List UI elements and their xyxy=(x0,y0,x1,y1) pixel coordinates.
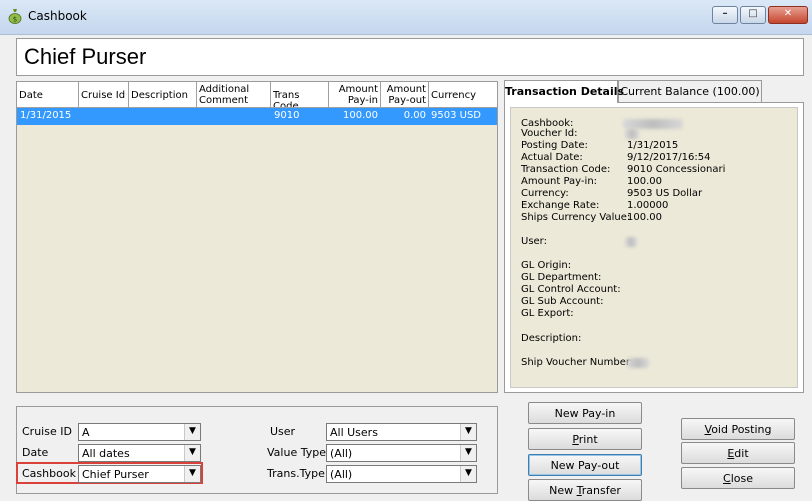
tab-current-balance[interactable]: Current Balance (100.00) xyxy=(618,80,762,102)
label-cashbook: Cashbook xyxy=(22,467,76,480)
detail-value-trans-code: 9010 Concessionari xyxy=(627,164,726,175)
redacted-cashbook xyxy=(623,119,683,129)
cashbook-select[interactable]: Chief Purser ▼ xyxy=(78,465,201,483)
label-cruise-id: Cruise ID xyxy=(22,425,72,438)
window-title: Cashbook xyxy=(28,9,87,23)
print-button[interactable]: Print xyxy=(528,428,642,450)
detail-label-ships-currency-value: Ships Currency Value: xyxy=(521,212,631,223)
chevron-down-icon[interactable]: ▼ xyxy=(184,424,200,440)
close-window-button[interactable]: ✕ xyxy=(768,6,808,24)
column-header-amount-pay-in[interactable]: Amount Pay-in xyxy=(329,82,381,108)
column-header-description[interactable]: Description xyxy=(129,82,197,108)
cruise-id-select[interactable]: A ▼ xyxy=(78,423,201,441)
cell-trans-code: 9010 xyxy=(274,110,300,121)
date-select[interactable]: All dates ▼ xyxy=(78,444,201,462)
title-bar: $ Cashbook – □ ✕ xyxy=(0,0,812,35)
new-pay-out-button[interactable]: New Pay-out xyxy=(528,454,642,476)
chevron-down-icon[interactable]: ▼ xyxy=(460,424,476,440)
new-transfer-button[interactable]: New Transfer xyxy=(528,479,642,501)
detail-label-gl-department: GL Department: xyxy=(521,272,602,283)
chevron-down-icon[interactable]: ▼ xyxy=(184,466,200,482)
column-header-date[interactable]: Date xyxy=(17,82,79,108)
column-header-currency[interactable]: Currency xyxy=(429,82,497,108)
detail-label-currency: Currency: xyxy=(521,188,569,199)
minimize-button[interactable]: – xyxy=(712,6,738,24)
trans-type-select[interactable]: (All) ▼ xyxy=(326,465,477,483)
page-header: Chief Purser xyxy=(16,38,804,76)
page-title: Chief Purser xyxy=(24,44,147,69)
detail-label-voucher-id: Voucher Id: xyxy=(521,128,578,139)
table-row-selected[interactable]: 1/31/2015 9010 100.00 0.00 9503 USD xyxy=(17,108,497,125)
close-icon: ✕ xyxy=(783,8,793,19)
money-bag-icon: $ xyxy=(8,9,22,24)
user-select[interactable]: All Users ▼ xyxy=(326,423,477,441)
detail-value-amount-pay-in: 100.00 xyxy=(627,176,662,187)
maximize-icon: □ xyxy=(748,8,758,19)
void-posting-button[interactable]: Void Posting xyxy=(681,418,795,440)
svg-text:$: $ xyxy=(13,16,17,24)
column-header-trans-code[interactable]: Trans Code xyxy=(271,82,329,108)
label-trans-type: Trans.Type xyxy=(267,467,325,480)
redacted-voucher-id xyxy=(625,129,639,139)
detail-label-gl-origin: GL Origin: xyxy=(521,260,572,271)
cell-pay-in: 100.00 xyxy=(343,110,378,121)
label-value-type: Value Type xyxy=(267,446,326,459)
detail-label-posting-date: Posting Date: xyxy=(521,140,588,151)
maximize-button[interactable]: □ xyxy=(740,6,766,24)
detail-label-actual-date: Actual Date: xyxy=(521,152,583,163)
value-type-select[interactable]: (All) ▼ xyxy=(326,444,477,462)
detail-label-gl-export: GL Export: xyxy=(521,308,574,319)
transactions-grid[interactable]: Date Cruise Id Description Additional Co… xyxy=(16,81,498,393)
new-pay-in-button[interactable]: New Pay-in xyxy=(528,402,642,424)
chevron-down-icon[interactable]: ▼ xyxy=(184,445,200,461)
label-date: Date xyxy=(22,446,49,459)
chevron-down-icon[interactable]: ▼ xyxy=(460,445,476,461)
detail-label-description: Description: xyxy=(521,333,582,344)
detail-label-exchange-rate: Exchange Rate: xyxy=(521,200,600,211)
column-header-cruise-id[interactable]: Cruise Id xyxy=(79,82,129,108)
detail-label-user: User: xyxy=(521,236,547,247)
redacted-user xyxy=(625,237,637,247)
detail-label-gl-sub-account: GL Sub Account: xyxy=(521,296,604,307)
column-header-amount-pay-out[interactable]: Amount Pay-out xyxy=(381,82,429,108)
column-header-additional-comment[interactable]: Additional Comment xyxy=(197,82,271,108)
detail-label-gl-control-account: GL Control Account: xyxy=(521,284,621,295)
detail-value-exchange-rate: 1.00000 xyxy=(627,200,669,211)
cell-currency: 9503 USD xyxy=(431,110,481,121)
edit-button[interactable]: Edit xyxy=(681,442,795,464)
redacted-ship-voucher-number xyxy=(627,358,649,368)
detail-label-amount-pay-in: Amount Pay-in: xyxy=(521,176,598,187)
cell-pay-out: 0.00 xyxy=(403,110,426,121)
minimize-icon: – xyxy=(722,8,728,19)
detail-value-posting-date: 1/31/2015 xyxy=(627,140,679,151)
detail-value-currency: 9503 US Dollar xyxy=(627,188,703,199)
chevron-down-icon[interactable]: ▼ xyxy=(460,466,476,482)
detail-label-trans-code: Transaction Code: xyxy=(521,164,611,175)
detail-value-actual-date: 9/12/2017/16:54 xyxy=(627,152,711,163)
tab-transaction-details[interactable]: Transaction Details xyxy=(504,80,624,103)
label-user: User xyxy=(270,425,296,438)
details-content: Cashbook: Voucher Id: Posting Date: 1/31… xyxy=(510,107,798,388)
detail-label-ship-voucher-number: Ship Voucher Number: xyxy=(521,357,634,368)
transaction-details-panel: Cashbook: Voucher Id: Posting Date: 1/31… xyxy=(504,102,804,393)
cell-date: 1/31/2015 xyxy=(20,110,72,121)
detail-value-ships-currency-value: 100.00 xyxy=(627,212,662,223)
close-button[interactable]: Close xyxy=(681,467,795,489)
